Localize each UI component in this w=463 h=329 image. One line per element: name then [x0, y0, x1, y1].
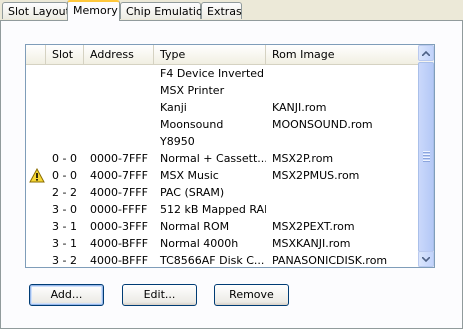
cell-type: Normal + Cassett... [160, 152, 266, 165]
table-row[interactable]: F4 Device Inverted [26, 65, 418, 82]
cell-rom: KANJI.rom [272, 101, 327, 114]
table-row[interactable]: 3 - 0 0000-FFFF 512 kB Mapped RAM [26, 201, 418, 218]
cell-address [84, 65, 154, 82]
table-row[interactable]: Y8950 [26, 133, 418, 150]
row-icon-cell [26, 116, 46, 133]
cell-rom: MSX2PMUS.rom [272, 169, 360, 182]
cell-address [84, 116, 154, 133]
cell-type: MSX Printer [160, 84, 225, 97]
cell-rom [266, 184, 418, 201]
edit-button[interactable]: Edit... [122, 284, 197, 306]
table-row[interactable]: 3 - 1 4000-BFFF Normal 4000h MSXKANJI.rom [26, 235, 418, 252]
table-row[interactable]: 0 - 0 0000-7FFF Normal + Cassett... MSX2P.r… [26, 150, 418, 167]
chevron-down-icon [422, 256, 430, 262]
row-icon-cell [26, 218, 46, 235]
cell-address: 0000-3FFF [90, 220, 148, 233]
cell-rom: MSX2PEXT.rom [272, 220, 355, 233]
column-header-icon[interactable] [26, 45, 46, 64]
cell-type: Moonsound [160, 118, 224, 131]
grip-icon [423, 151, 430, 162]
cell-address: 4000-BFFF [90, 237, 149, 250]
tab-chip-emulation[interactable]: Chip Emulation [120, 2, 210, 19]
table-row[interactable]: MSX Printer [26, 82, 418, 99]
cell-type: Normal 4000h [160, 237, 239, 250]
list-rows: F4 Device Inverted MSX Printer Kanji KANJI.… [26, 65, 418, 267]
row-icon-cell [26, 167, 46, 184]
cell-rom: MSXKANJI.rom [272, 237, 351, 250]
cell-address: 4000-7FFF [90, 186, 148, 199]
row-icon-cell [26, 252, 46, 267]
cell-address: 4000-7FFF [90, 169, 148, 182]
cell-type: Kanji [160, 101, 187, 114]
tab-slot-layout[interactable]: Slot Layout [2, 2, 70, 19]
cell-address [84, 133, 154, 150]
vertical-scrollbar[interactable] [418, 45, 434, 267]
cell-type: Y8950 [160, 135, 195, 148]
tab-memory[interactable]: Memory [67, 0, 120, 21]
cell-type: 512 kB Mapped RAM [160, 203, 266, 216]
cell-address: 0000-FFFF [90, 203, 148, 216]
cell-rom [266, 201, 418, 218]
cell-rom: PANASONICDISK.rom [272, 254, 388, 267]
cell-type: PAC (SRAM) [160, 186, 225, 199]
cell-rom: MOONSOUND.rom [272, 118, 373, 131]
cell-type: Normal ROM [160, 220, 230, 233]
row-icon-cell [26, 99, 46, 116]
row-icon-cell [26, 201, 46, 218]
table-row[interactable]: 2 - 2 4000-7FFF PAC (SRAM) [26, 184, 418, 201]
table-row[interactable]: 3 - 1 0000-3FFF Normal ROM MSX2PEXT.rom [26, 218, 418, 235]
table-row[interactable]: Moonsound MOONSOUND.rom [26, 116, 418, 133]
scroll-up-button[interactable] [418, 45, 434, 61]
cell-address [84, 99, 154, 116]
table-row[interactable]: Kanji KANJI.rom [26, 99, 418, 116]
cell-type: F4 Device Inverted [160, 67, 265, 80]
column-header-rom-image[interactable]: Rom Image [266, 45, 418, 64]
remove-button[interactable]: Remove [214, 284, 289, 306]
cell-rom [266, 133, 418, 150]
chevron-up-icon [422, 50, 430, 56]
scroll-down-button[interactable] [418, 251, 434, 267]
column-header-type[interactable]: Type [154, 45, 266, 64]
row-icon-cell [26, 82, 46, 99]
cell-rom [266, 65, 418, 82]
row-icon-cell [26, 150, 46, 167]
row-icon-cell [26, 184, 46, 201]
cell-type: MSX Music [160, 169, 219, 182]
column-header-slot[interactable]: Slot [46, 45, 84, 64]
cell-rom [266, 82, 418, 99]
cell-address: 4000-BFFF [90, 254, 149, 267]
row-icon-cell [26, 235, 46, 252]
cell-rom: MSX2P.rom [272, 152, 334, 165]
cell-address: 0000-7FFF [90, 152, 148, 165]
table-row[interactable]: 3 - 2 4000-BFFF TC8566AF Disk C... PANASONI… [26, 252, 418, 267]
add-button[interactable]: Add... [29, 284, 104, 306]
warning-icon [29, 168, 45, 183]
row-icon-cell [26, 133, 46, 150]
cell-type: TC8566AF Disk C... [160, 254, 265, 267]
row-icon-cell [26, 65, 46, 82]
scroll-thumb[interactable] [418, 62, 434, 252]
tab-extras[interactable]: Extras [201, 2, 242, 19]
cell-address [84, 82, 154, 99]
memory-list[interactable]: Slot Address Type Rom Image F4 Device In… [25, 44, 435, 268]
table-row[interactable]: 0 - 0 4000-7FFF MSX Music MSX2PMUS.rom [26, 167, 418, 184]
list-header: Slot Address Type Rom Image [26, 45, 418, 65]
tab-strip: Slot Layout Memory Chip Emulation Extras [0, 0, 463, 21]
column-header-address[interactable]: Address [84, 45, 154, 64]
